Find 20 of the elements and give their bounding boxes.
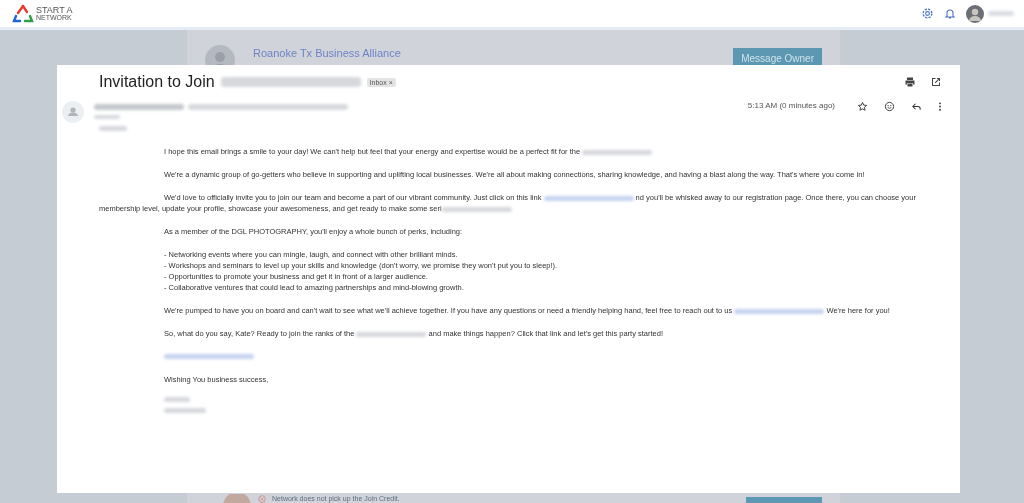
email-subject: Invitation to Join [99,73,215,91]
redacted-text [164,397,190,402]
more-icon[interactable] [938,101,942,112]
redacted-text [99,125,127,131]
avatar-icon[interactable] [966,4,984,23]
redacted-text [164,408,206,413]
redacted-text [988,11,1014,16]
avatar-icon [62,101,84,123]
bell-icon[interactable] [944,7,956,20]
timestamp: 5:13 AM (0 minutes ago) [747,101,835,110]
group-name-link[interactable]: Roanoke Tx Business Alliance [253,47,401,59]
star-icon[interactable] [857,101,868,112]
emoji-icon[interactable] [884,101,895,112]
reply-icon[interactable] [911,101,922,112]
print-icon[interactable] [904,76,916,88]
settings-icon[interactable] [921,7,934,20]
cancel-icon [258,495,266,503]
logo-icon [12,3,34,24]
avatar-icon [222,494,252,503]
open-in-new-icon[interactable] [930,76,942,88]
